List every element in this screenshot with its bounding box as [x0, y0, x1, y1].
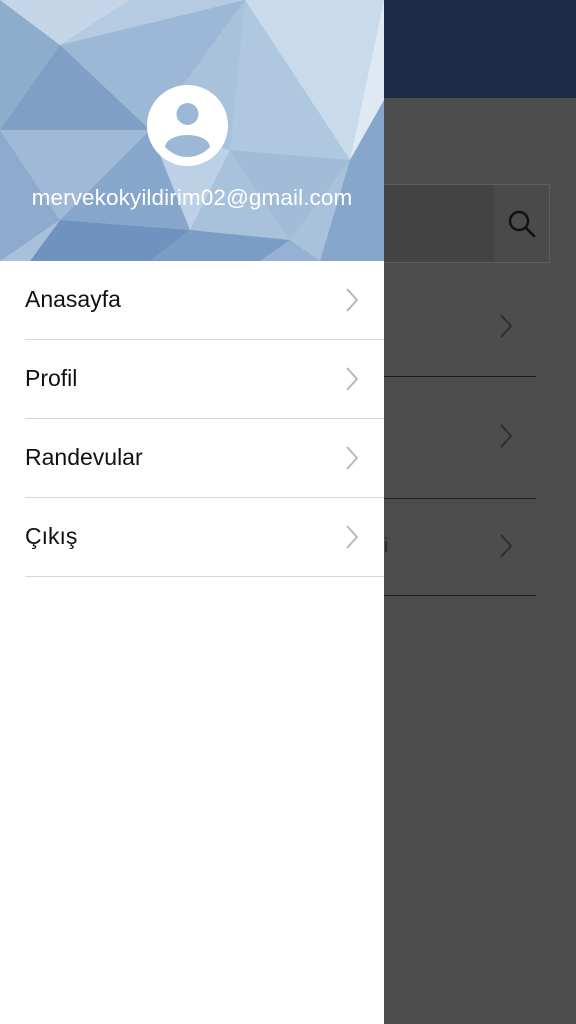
- menu-item-label: Profil: [25, 365, 78, 391]
- menu-item-label: Randevular: [25, 444, 143, 470]
- menu-item-label: Çıkış: [25, 523, 78, 549]
- chevron-right-icon: [500, 424, 513, 448]
- menu-item-cikis[interactable]: Çıkış: [25, 498, 384, 577]
- app-screen: i mervekokyildirim02@gmail.com Anasayfa …: [0, 0, 576, 1024]
- menu-item-profil[interactable]: Profil: [25, 340, 384, 419]
- menu-item-anasayfa[interactable]: Anasayfa: [25, 261, 384, 340]
- chevron-right-icon: [346, 446, 359, 470]
- drawer-header: mervekokyildirim02@gmail.com: [0, 0, 384, 261]
- chevron-right-icon: [346, 367, 359, 391]
- background-row-text: i: [384, 535, 389, 557]
- menu-item-randevular[interactable]: Randevular: [25, 419, 384, 498]
- user-email: mervekokyildirim02@gmail.com: [31, 185, 353, 210]
- menu-item-label: Anasayfa: [25, 286, 121, 312]
- chevron-right-icon: [500, 534, 513, 558]
- user-avatar-icon[interactable]: [147, 85, 228, 166]
- navigation-drawer: mervekokyildirim02@gmail.com Anasayfa Pr…: [0, 0, 384, 1024]
- drawer-menu: Anasayfa Profil Randevular Çıkış: [0, 261, 384, 577]
- chevron-right-icon: [346, 288, 359, 312]
- search-icon: [508, 210, 535, 237]
- chevron-right-icon: [500, 314, 513, 338]
- chevron-right-icon: [346, 525, 359, 549]
- background-search-button: [494, 185, 549, 262]
